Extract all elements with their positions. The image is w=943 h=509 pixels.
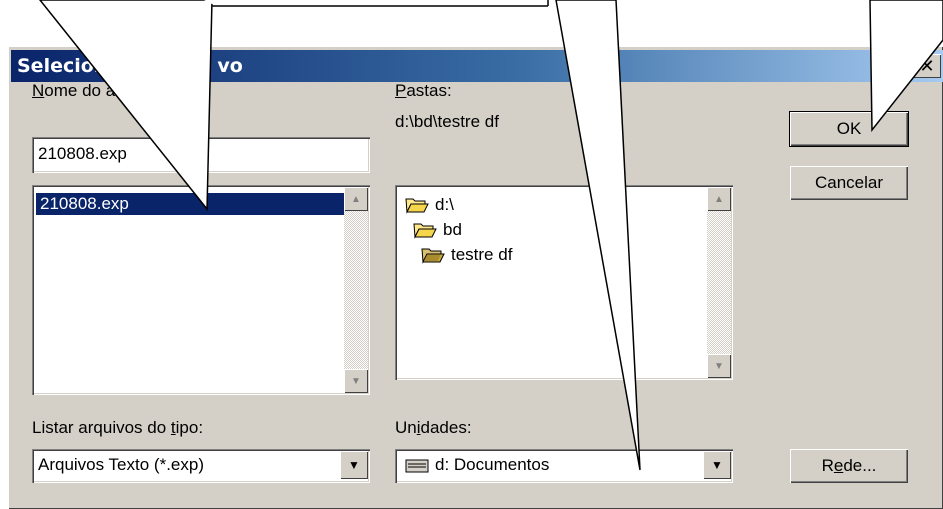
ok-button[interactable]: OK [789, 111, 909, 147]
list-item[interactable]: 210808.exp [36, 193, 344, 215]
file-list-scrollbar[interactable]: ▲ ▼ [344, 187, 368, 393]
close-icon: ✕ [919, 55, 935, 76]
current-path: d:\bd\testre df [395, 112, 499, 131]
scroll-down-button[interactable]: ▼ [344, 369, 368, 393]
scroll-up-button[interactable]: ▲ [344, 187, 368, 211]
file-name-value: 210808.exp [38, 144, 127, 163]
folder-tree[interactable]: d:\ bd testre df ▲ ▼ [395, 185, 733, 380]
arrow-down-icon: ▼ [351, 375, 361, 387]
scroll-up-button[interactable]: ▲ [707, 187, 731, 211]
drives-label: Unidades: [395, 418, 472, 437]
file-type-label: Listar arquivos do tipo: [32, 418, 204, 437]
drive-icon [405, 459, 429, 473]
chevron-down-icon: ▼ [711, 458, 723, 472]
dialog-title: Selecion vo [17, 55, 243, 77]
folder-open-icon [413, 223, 437, 239]
folder-tree-scrollbar[interactable]: ▲ ▼ [707, 187, 731, 378]
drive-select[interactable]: d: Documentos ▼ [395, 449, 733, 483]
file-list[interactable]: 210808.exp ▲ ▼ [32, 185, 370, 395]
folder-item-root[interactable]: d:\ [405, 193, 454, 217]
close-button[interactable]: ✕ [913, 54, 941, 78]
drive-dropdown-button[interactable]: ▼ [703, 451, 731, 479]
file-type-value: Arquivos Texto (*.exp) [38, 455, 204, 474]
scroll-down-button[interactable]: ▼ [707, 354, 731, 378]
folder-open-icon [405, 198, 429, 214]
network-button[interactable]: Rede... [790, 449, 908, 483]
file-name-label: Nome do ar [32, 81, 121, 100]
title-bar: Selecion vo ✕ [11, 50, 943, 82]
folder-open-icon [421, 248, 445, 264]
folder-item-bd[interactable]: bd [413, 218, 462, 242]
drive-value: d: Documentos [435, 455, 550, 474]
arrow-up-icon: ▲ [351, 193, 361, 205]
arrow-down-icon: ▼ [714, 360, 724, 372]
chevron-down-icon: ▼ [348, 458, 360, 472]
callout-band [204, 0, 552, 6]
file-type-select[interactable]: Arquivos Texto (*.exp) ▼ [32, 449, 370, 483]
folders-label: Pastas: [395, 81, 452, 100]
file-type-dropdown-button[interactable]: ▼ [340, 451, 368, 479]
file-name-input[interactable]: 210808.exp [32, 137, 370, 173]
arrow-up-icon: ▲ [714, 193, 724, 205]
folder-item-testre-df[interactable]: testre df [421, 243, 512, 267]
cancel-button[interactable]: Cancelar [790, 166, 908, 200]
